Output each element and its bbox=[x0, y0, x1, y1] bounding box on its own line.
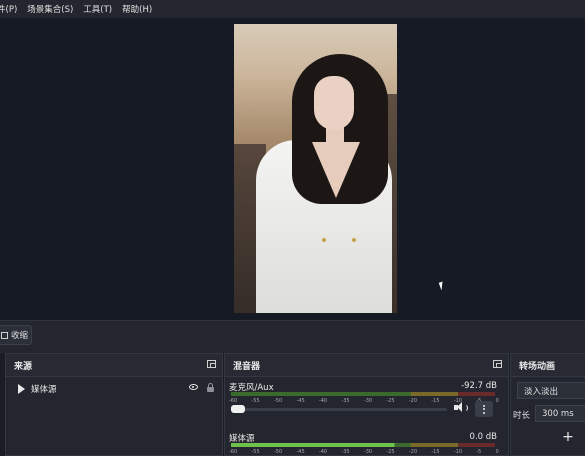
audio-mixer-dock: 混音器 麦克风/Aux -92.7 dB -60 -55 -50 -45 -40 -35-… bbox=[224, 353, 509, 456]
transitions-title: 转场动画 bbox=[519, 361, 556, 372]
collapse-button[interactable]: 收缩 bbox=[0, 325, 32, 345]
undock-icon[interactable] bbox=[493, 360, 502, 368]
mouse-cursor-icon bbox=[438, 281, 446, 291]
volume-meter bbox=[231, 443, 495, 447]
preview-video-frame bbox=[234, 24, 397, 313]
duration-input[interactable]: 300 ms bbox=[535, 405, 585, 422]
menu-bar: 件(P) 场景集合(S) 工具(T) 帮助(H) bbox=[0, 0, 585, 18]
sources-dock: 来源 媒体源 bbox=[5, 353, 223, 456]
collapse-label: 收缩 bbox=[11, 331, 29, 341]
source-name: 媒体源 bbox=[31, 385, 57, 395]
mixer-title: 混音器 bbox=[233, 361, 261, 372]
sources-header: 来源 bbox=[6, 354, 222, 377]
visibility-eye-icon[interactable] bbox=[189, 384, 198, 390]
undock-icon[interactable] bbox=[207, 360, 216, 368]
mixer-header: 混音器 bbox=[225, 354, 508, 377]
transitions-header: 转场动画 bbox=[511, 354, 585, 377]
channel-db: 0.0 dB bbox=[469, 432, 497, 442]
meter-scale: -60-55-50-45-40-35-30-25-20-15-10-50 bbox=[229, 449, 499, 455]
volume-slider[interactable] bbox=[231, 405, 447, 413]
sources-title: 来源 bbox=[14, 361, 33, 372]
transitions-dock: 转场动画 淡入淡出 时长 300 ms + bbox=[510, 353, 585, 456]
scene-toolbar: 收缩 bbox=[0, 320, 585, 353]
play-icon[interactable] bbox=[18, 384, 25, 394]
preview-canvas[interactable] bbox=[0, 18, 585, 320]
add-transition-plus-icon[interactable]: + bbox=[559, 429, 577, 445]
menu-tools[interactable]: 工具(T) bbox=[83, 3, 116, 15]
checkbox-icon bbox=[1, 331, 8, 339]
mixer-channel-mic: 麦克风/Aux -92.7 dB -60 -55 -50 -45 -40 -35 -30 -2… bbox=[229, 381, 501, 421]
menu-help[interactable]: 帮助(H) bbox=[122, 3, 156, 15]
volume-slider-handle[interactable] bbox=[231, 405, 245, 413]
source-item[interactable]: 媒体源 bbox=[10, 382, 220, 396]
lock-icon[interactable] bbox=[207, 383, 214, 392]
menu-scene[interactable]: 件(P) bbox=[0, 3, 21, 15]
channel-db: -92.7 dB bbox=[461, 381, 497, 391]
menu-scene-collection[interactable]: 场景集合(S) bbox=[27, 3, 77, 15]
volume-meter bbox=[231, 392, 495, 396]
duration-label: 时长 bbox=[513, 411, 531, 421]
more-options-button[interactable] bbox=[475, 401, 493, 417]
mixer-channel-media: 媒体源 0.0 dB -60 -55 -50 -45 -40 -35 -30 -25 -20 -1… bbox=[229, 432, 501, 456]
transition-select[interactable]: 淡入淡出 bbox=[517, 382, 585, 399]
speaker-icon[interactable] bbox=[454, 402, 468, 413]
